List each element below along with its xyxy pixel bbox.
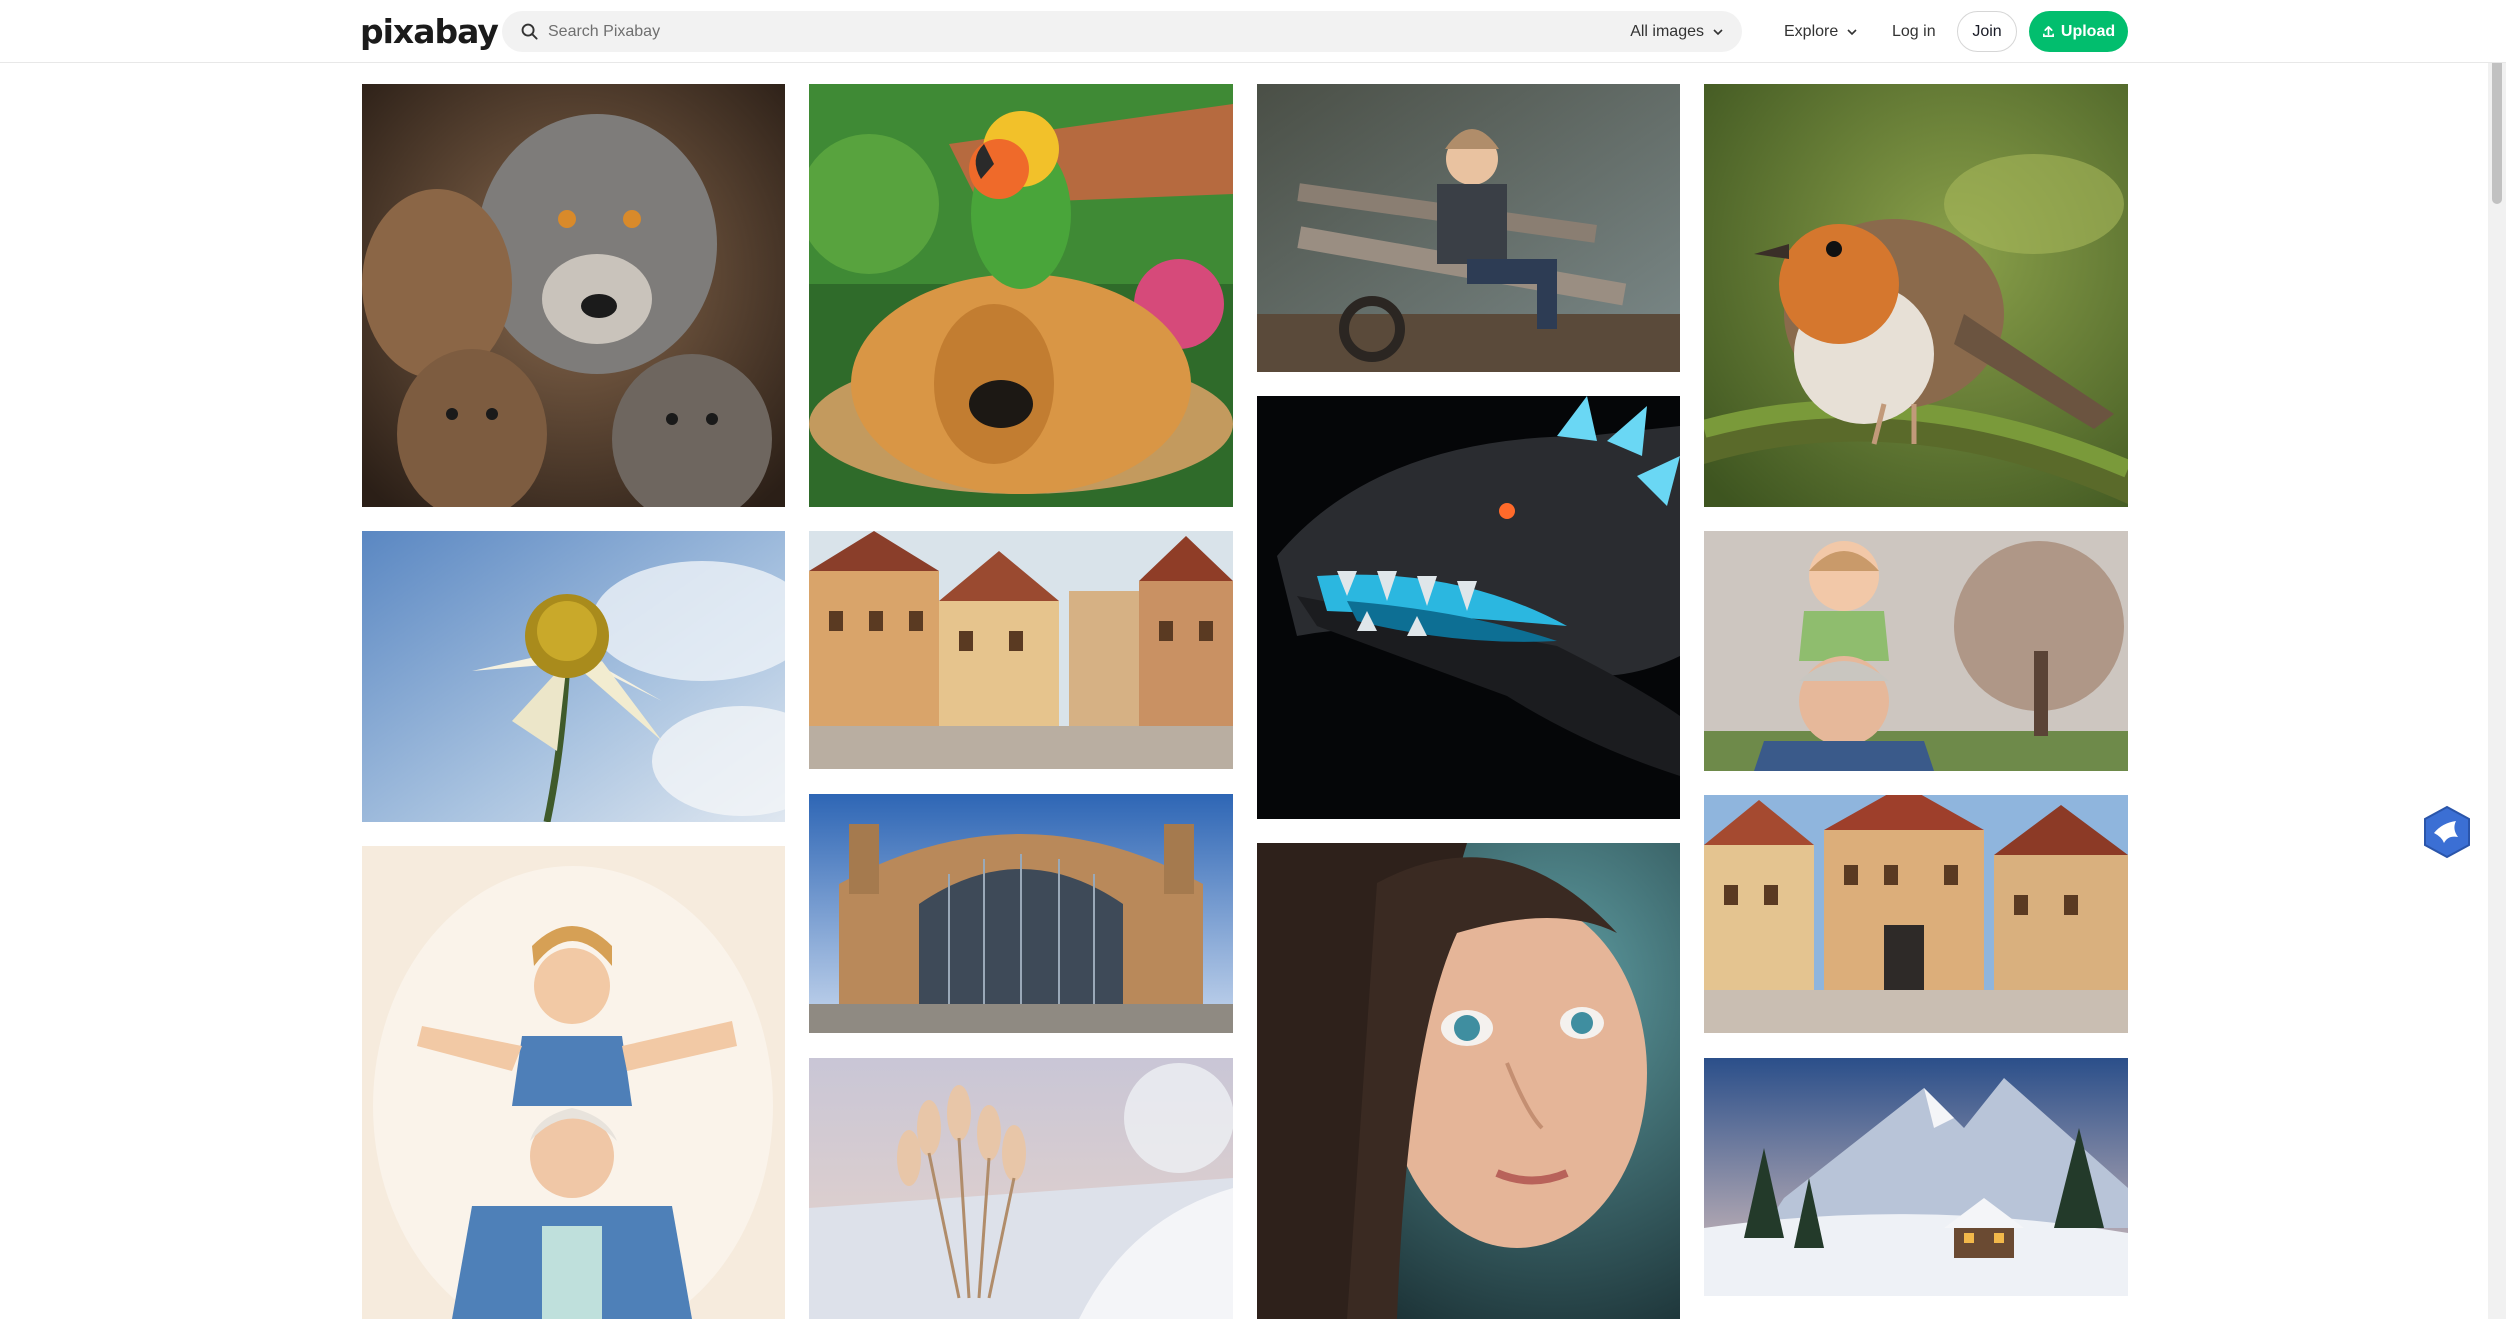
- photo-parrot-dog-image: [809, 84, 1233, 507]
- explore-menu[interactable]: Explore: [1784, 11, 1858, 52]
- photo-winter-reeds-image: [809, 1058, 1233, 1319]
- login-link[interactable]: Log in: [1892, 11, 1936, 52]
- photo-child-bench[interactable]: [1257, 84, 1680, 372]
- pixabay-logo[interactable]: pixabay: [360, 12, 499, 52]
- photo-winter-cabin-image: [1704, 1058, 2128, 1296]
- top-nav: pixabay All images Explore Log in Join U…: [0, 0, 2506, 63]
- page-scrollbar[interactable]: [2488, 0, 2506, 1319]
- media-type-filter[interactable]: All images: [1630, 11, 1724, 52]
- photo-town-2[interactable]: [1704, 795, 2128, 1033]
- photo-grandma-child-image: [362, 846, 785, 1319]
- photo-dragon[interactable]: [1257, 396, 1680, 819]
- upload-button[interactable]: Upload: [2029, 11, 2128, 52]
- upload-icon: [2042, 26, 2054, 37]
- chevron-down-icon: [1847, 28, 1857, 35]
- photo-girl[interactable]: [1257, 843, 1680, 1319]
- photo-grandpa-child[interactable]: [1704, 531, 2128, 771]
- search-icon[interactable]: [520, 22, 539, 41]
- photo-station-image: [809, 794, 1233, 1033]
- photo-grandpa-child-image: [1704, 531, 2128, 771]
- join-button[interactable]: Join: [1957, 11, 2017, 52]
- photo-wolves-image: [362, 84, 785, 507]
- photo-town-1-image: [809, 531, 1233, 769]
- photo-wolves[interactable]: [362, 84, 785, 507]
- upload-label: Upload: [2060, 22, 2116, 40]
- photo-parrot-dog[interactable]: [809, 84, 1233, 507]
- chevron-down-icon: [1713, 28, 1723, 35]
- search-bar: All images: [502, 11, 1742, 52]
- photo-winter-reeds[interactable]: [809, 1058, 1233, 1319]
- photo-town-2-image: [1704, 795, 2128, 1033]
- photo-robin-image: [1704, 84, 2128, 507]
- photo-flower[interactable]: [362, 531, 785, 822]
- photo-robin[interactable]: [1704, 84, 2128, 507]
- media-type-filter-label: All images: [1630, 23, 1704, 40]
- photo-grandma-child[interactable]: [362, 846, 785, 1319]
- photo-girl-image: [1257, 843, 1680, 1319]
- chat-bird-icon[interactable]: [2420, 805, 2474, 859]
- photo-dragon-image: [1257, 396, 1680, 819]
- photo-station[interactable]: [809, 794, 1233, 1033]
- explore-label: Explore: [1784, 23, 1839, 40]
- photo-flower-image: [362, 531, 785, 822]
- search-input[interactable]: [544, 11, 1584, 52]
- image-gallery: [0, 0, 2506, 1319]
- photo-winter-cabin[interactable]: [1704, 1058, 2128, 1296]
- photo-child-bench-image: [1257, 84, 1680, 372]
- photo-town-1[interactable]: [809, 531, 1233, 769]
